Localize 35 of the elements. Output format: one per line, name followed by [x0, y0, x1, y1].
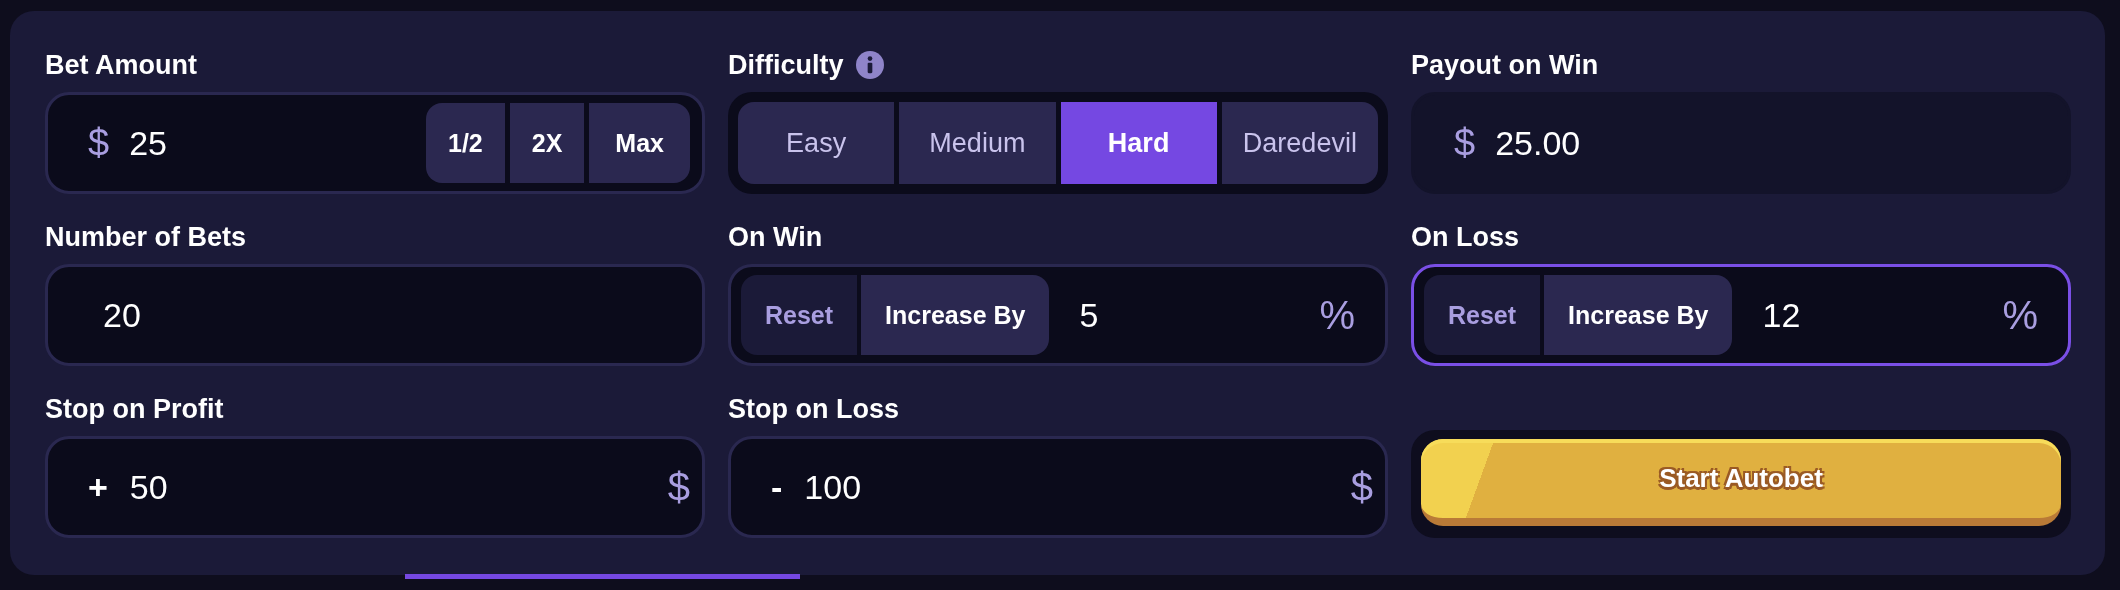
minus-sign: - — [771, 467, 783, 507]
mode-button[interactable]: Increase By — [1544, 275, 1733, 355]
percent-sign: % — [2002, 292, 2038, 338]
bet-amount-field[interactable]: $ 25 1/2 2X Max — [45, 92, 705, 194]
mode-button[interactable]: Reset — [1424, 275, 1541, 355]
field-label: Bet Amount — [45, 49, 198, 82]
difficulty-option[interactable]: Medium — [899, 102, 1056, 184]
mode-button[interactable]: Reset — [741, 275, 858, 355]
difficulty-option[interactable]: Daredevil — [1221, 102, 1378, 184]
on-win-field[interactable]: Reset Increase By 5 % — [728, 264, 1388, 366]
field-label: On Win — [728, 221, 824, 254]
plus-sign: + — [88, 467, 108, 507]
mode-button[interactable]: Increase By — [861, 275, 1050, 355]
dollar-sign: $ — [88, 121, 110, 165]
difficulty-option[interactable]: Easy — [738, 102, 895, 184]
info-icon[interactable] — [855, 51, 884, 79]
bet-multiplier-button[interactable]: 1/2 — [426, 103, 505, 183]
payout-field: $ 25.00 — [1411, 92, 2071, 194]
field-label: Stop on Loss — [728, 393, 900, 426]
difficulty-option[interactable]: Hard — [1060, 102, 1217, 184]
field-label: Stop on Profit — [45, 393, 225, 426]
field-label: Payout on Win — [1411, 49, 1600, 82]
dollar-sign: $ — [1350, 464, 1373, 510]
dollar-sign: $ — [667, 464, 690, 510]
number-of-bets-field[interactable]: 20 — [45, 264, 705, 366]
on-loss-field[interactable]: Reset Increase By 12 % — [1411, 264, 2071, 366]
percent-sign: % — [1319, 292, 1355, 338]
stop-on-profit-field[interactable]: + 50 $ — [45, 436, 705, 538]
dollar-sign: $ — [1454, 121, 1476, 165]
field-label: On Loss — [1411, 221, 1520, 254]
bet-multiplier-button[interactable]: Max — [589, 103, 690, 183]
bet-multiplier-button[interactable]: 2X — [509, 103, 585, 183]
field-label: Number of Bets — [45, 221, 248, 254]
stop-on-loss-field[interactable]: - 100 $ — [728, 436, 1388, 538]
field-label: Difficulty — [728, 49, 844, 82]
